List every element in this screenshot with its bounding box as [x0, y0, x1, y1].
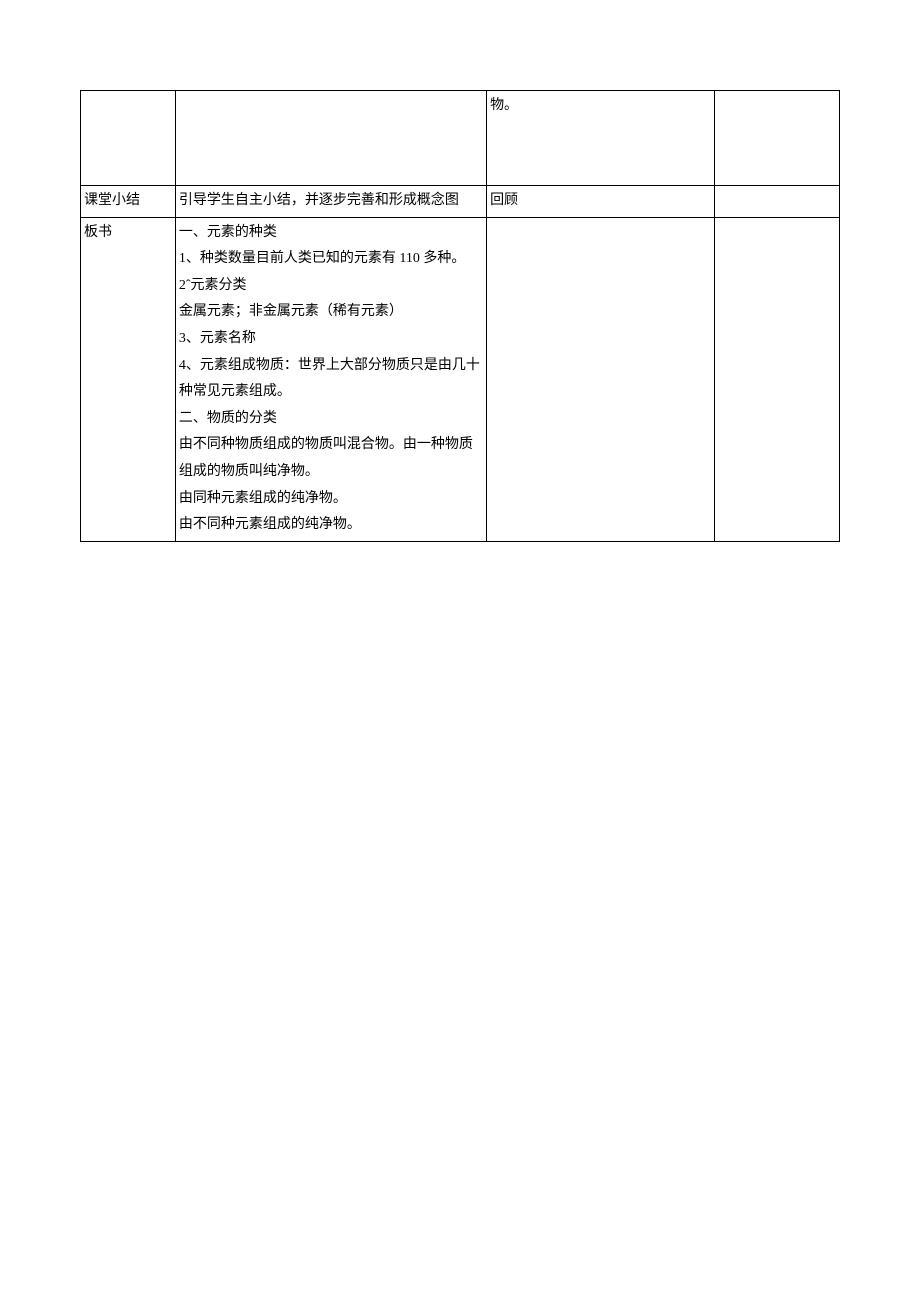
- lesson-table: 物。 课堂小结 引导学生自主小结，并逐步完善和形成概念图 回顾 板书 一、元素的…: [80, 90, 840, 542]
- cell-r3c2: 一、元素的种类1、种类数量目前人类已知的元素有 110 多种。2ˆ元素分类金属元…: [175, 217, 486, 541]
- cell-r3c1: 板书: [81, 217, 176, 541]
- cell-r2c4: [714, 186, 839, 218]
- cell-r1c4: [714, 91, 839, 186]
- cell-r1c3: 物。: [487, 91, 715, 186]
- document-page: 物。 课堂小结 引导学生自主小结，并逐步完善和形成概念图 回顾 板书 一、元素的…: [0, 0, 920, 542]
- table-row: 板书 一、元素的种类1、种类数量目前人类已知的元素有 110 多种。2ˆ元素分类…: [81, 217, 840, 541]
- table-row: 物。: [81, 91, 840, 186]
- cell-r1c2: [175, 91, 486, 186]
- cell-r3c4: [714, 217, 839, 541]
- cell-r2c3: 回顾: [487, 186, 715, 218]
- cell-r3c3: [487, 217, 715, 541]
- cell-r2c1: 课堂小结: [81, 186, 176, 218]
- table-row: 课堂小结 引导学生自主小结，并逐步完善和形成概念图 回顾: [81, 186, 840, 218]
- cell-r2c2: 引导学生自主小结，并逐步完善和形成概念图: [175, 186, 486, 218]
- cell-r1c1: [81, 91, 176, 186]
